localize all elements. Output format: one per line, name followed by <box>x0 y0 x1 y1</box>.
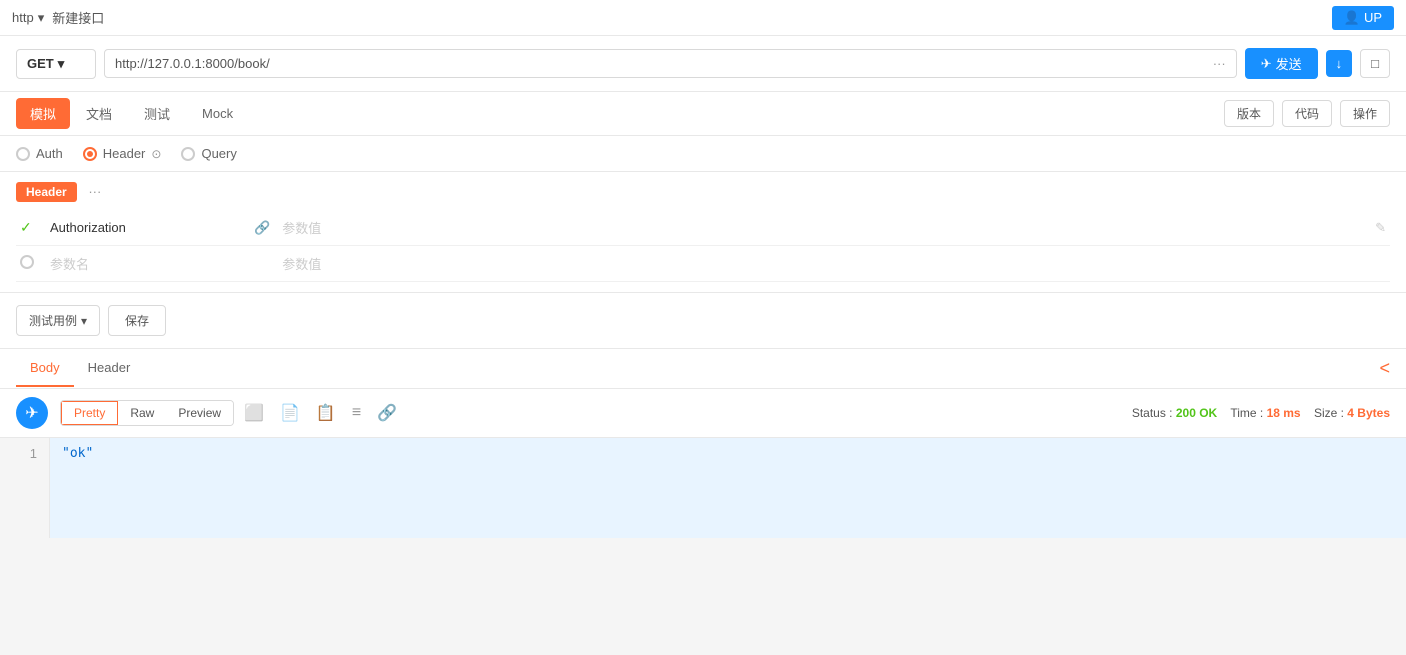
param-name: Authorization <box>50 220 126 235</box>
url-bar: GET ▾ http://127.0.0.1:8000/book/ ··· ✈ … <box>0 36 1406 92</box>
top-bar: http ▾ 新建接口 👤 UP <box>0 0 1406 36</box>
test-example-label: 测试用例 <box>29 312 77 329</box>
user-icon: 👤 <box>1344 10 1360 26</box>
tool-icon-4[interactable]: ≡ <box>346 400 367 426</box>
method-label: GET <box>27 56 54 71</box>
user-label: UP <box>1364 10 1382 25</box>
format-pretty-button[interactable]: Pretty <box>61 401 118 425</box>
method-arrow: ▾ <box>58 56 65 72</box>
format-preview-button[interactable]: Preview <box>166 401 233 425</box>
url-options-icon[interactable]: ··· <box>1213 56 1226 71</box>
query-label: Query <box>201 146 236 161</box>
test-example-button[interactable]: 测试用例 ▾ <box>16 305 100 336</box>
send-label: 发送 <box>1276 54 1302 73</box>
user-area[interactable]: 👤 UP <box>1332 6 1394 30</box>
tool-icon-5[interactable]: 🔗 <box>371 399 403 427</box>
url-input-wrapper[interactable]: http://127.0.0.1:8000/book/ ··· <box>104 49 1237 78</box>
action-row: 测试用例 ▾ 保存 <box>0 293 1406 349</box>
tab-body[interactable]: Body <box>16 350 74 387</box>
header-badge: Header <box>16 182 77 202</box>
header-radio[interactable] <box>83 147 97 161</box>
header-section: Header ··· ✓ Authorization 🔗 参数值 ✎ <box>0 172 1406 293</box>
download-button[interactable]: ↓ <box>1326 50 1353 77</box>
table-row: ✓ Authorization 🔗 参数值 ✎ <box>16 210 1390 246</box>
param-value-placeholder[interactable]: 参数值 <box>282 257 321 272</box>
row2-check[interactable] <box>20 255 34 269</box>
header-more-icon[interactable]: ··· <box>88 184 101 199</box>
link-icon: 🔗 <box>254 220 270 235</box>
save-doc-icon: □ <box>1371 56 1379 71</box>
status-info: Status : 200 OK Time : 18 ms Size : 4 By… <box>1132 406 1390 420</box>
code-button[interactable]: 代码 <box>1282 100 1332 127</box>
tab-simulate-label: 模拟 <box>30 107 56 122</box>
save-doc-button[interactable]: □ <box>1360 49 1390 78</box>
auth-label: Auth <box>36 146 63 161</box>
send-icon: ✈ <box>1261 56 1272 72</box>
line-numbers: 1 <box>0 438 50 538</box>
shield-icon: ⊙ <box>151 147 161 161</box>
param-name-placeholder[interactable]: 参数名 <box>50 257 89 272</box>
auth-param[interactable]: Auth <box>16 146 63 161</box>
tab-header-label: Header <box>88 360 131 375</box>
tab-test[interactable]: 测试 <box>128 92 186 135</box>
response-toolbar: ✈ Pretty Raw Preview ⬜ 📄 📋 ≡ 🔗 Status : … <box>0 389 1406 438</box>
header-param[interactable]: Header ⊙ <box>83 146 162 161</box>
line-number-1: 1 <box>12 446 37 461</box>
version-button[interactable]: 版本 <box>1224 100 1274 127</box>
tab-body-label: Body <box>30 360 60 375</box>
save-button[interactable]: 保存 <box>108 305 166 336</box>
size-label: Size : <box>1314 406 1344 420</box>
code-line-1: "ok" <box>62 446 93 461</box>
tab-mock[interactable]: Mock <box>186 94 249 133</box>
tool-icon-2[interactable]: 📄 <box>274 399 306 427</box>
table-row: 参数名 参数值 <box>16 246 1390 282</box>
tab-simulate[interactable]: 模拟 <box>16 98 70 129</box>
response-tabs: Body Header < <box>0 349 1406 389</box>
tab-header[interactable]: Header <box>74 350 145 387</box>
send-button[interactable]: ✈ 发送 <box>1245 48 1318 79</box>
auth-radio[interactable] <box>16 147 30 161</box>
size-value: 4 Bytes <box>1347 406 1390 420</box>
param-value[interactable]: 参数值 <box>282 221 321 236</box>
header-label: Header <box>103 146 146 161</box>
test-arrow-icon: ▾ <box>81 314 87 328</box>
tool-icon-3[interactable]: 📋 <box>310 399 342 427</box>
query-param[interactable]: Query <box>181 146 236 161</box>
row-check-icon[interactable]: ✓ <box>20 219 32 235</box>
protocol-label: http <box>12 10 34 25</box>
tab-docs[interactable]: 文档 <box>70 92 128 135</box>
tab-bar: 模拟 文档 测试 Mock 版本 代码 操作 <box>0 92 1406 136</box>
tab-test-label: 测试 <box>144 107 170 122</box>
page-title: 新建接口 <box>52 8 1332 27</box>
edit-icon[interactable]: ✎ <box>1375 220 1386 236</box>
tab-mock-label: Mock <box>202 106 233 121</box>
code-content: "ok" <box>50 438 1406 538</box>
collapse-icon: < <box>1379 358 1390 378</box>
ops-button[interactable]: 操作 <box>1340 100 1390 127</box>
tab-bar-right: 版本 代码 操作 <box>1224 100 1390 127</box>
params-bar: Auth Header ⊙ Query <box>0 136 1406 172</box>
time-value: 18 ms <box>1267 406 1301 420</box>
status-label: Status : <box>1132 406 1173 420</box>
url-value: http://127.0.0.1:8000/book/ <box>115 56 270 71</box>
tool-icon-1[interactable]: ⬜ <box>238 399 270 427</box>
tab-docs-label: 文档 <box>86 107 112 122</box>
collapse-button[interactable]: < <box>1379 358 1390 379</box>
time-label: Time : <box>1230 406 1263 420</box>
param-table: ✓ Authorization 🔗 参数值 ✎ <box>16 210 1390 282</box>
response-send-icon[interactable]: ✈ <box>16 397 48 429</box>
protocol-select[interactable]: http ▾ <box>12 10 44 26</box>
send-circle-icon: ✈ <box>25 403 38 423</box>
format-raw-button[interactable]: Raw <box>118 401 166 425</box>
method-select[interactable]: GET ▾ <box>16 49 96 79</box>
status-value: 200 OK <box>1176 406 1217 420</box>
query-radio[interactable] <box>181 147 195 161</box>
download-icon: ↓ <box>1336 56 1343 71</box>
format-button-group: Pretty Raw Preview <box>60 400 234 426</box>
protocol-arrow: ▾ <box>38 10 45 26</box>
code-area: 1 "ok" <box>0 438 1406 538</box>
